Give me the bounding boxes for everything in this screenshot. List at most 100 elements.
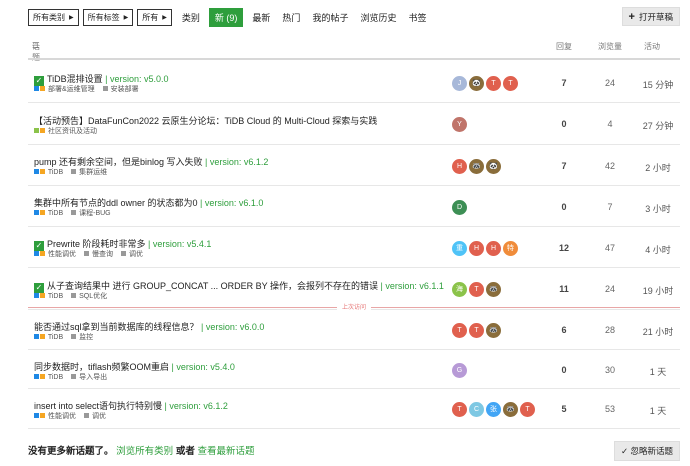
category-label: 部署&运维管理 bbox=[47, 86, 95, 93]
activity-time[interactable]: 4 小时 bbox=[638, 243, 678, 256]
avatar[interactable]: C bbox=[469, 402, 484, 417]
topic-title-text[interactable]: 从子查询结果中 进行 GROUP_CONCAT ... ORDER BY 操作，… bbox=[47, 281, 378, 291]
category-badge[interactable]: 部署&运维管理 bbox=[34, 86, 95, 93]
topic-row[interactable]: 同步数据时，tiflash频繁OOM重启 | version: v5.4.0 T… bbox=[28, 350, 680, 389]
activity-time[interactable]: 3 小时 bbox=[638, 202, 678, 215]
topic-row[interactable]: 能否通过sql拿到当前数据库的线程信息？ | version: v6.0.0 T… bbox=[28, 310, 680, 350]
topic-tag[interactable]: 课程-BUG bbox=[71, 210, 111, 217]
topic-tag[interactable]: 集群运维 bbox=[71, 169, 107, 176]
open-drafts-button[interactable]: + 打开草稿 bbox=[621, 7, 680, 26]
topic-title-text[interactable]: insert into select语句执行特别慢 bbox=[34, 401, 162, 411]
reply-count[interactable]: 7 bbox=[556, 78, 572, 88]
avatar[interactable]: D bbox=[452, 200, 467, 215]
nav-my-posts[interactable]: 我的帖子 bbox=[312, 11, 348, 24]
avatar[interactable]: 张 bbox=[486, 402, 501, 417]
topic-title-text[interactable]: pump 还有剩余空间，但是binlog 写入失败 bbox=[34, 157, 203, 167]
avatar[interactable]: 🦝 bbox=[486, 282, 501, 297]
avatar[interactable]: T bbox=[520, 402, 535, 417]
activity-time[interactable]: 1 天 bbox=[638, 404, 678, 417]
activity-time[interactable]: 15 分钟 bbox=[638, 78, 678, 91]
avatar[interactable]: T bbox=[503, 76, 518, 91]
topic-tag[interactable]: 慢查询 bbox=[83, 251, 113, 258]
avatar[interactable]: G bbox=[452, 363, 467, 378]
avatar[interactable]: T bbox=[469, 282, 484, 297]
activity-time[interactable]: 27 分钟 bbox=[638, 119, 678, 132]
category-dropdown[interactable]: 所有类别 ▶ bbox=[28, 9, 79, 26]
tag-dropdown[interactable]: 所有标签 ▶ bbox=[82, 9, 134, 26]
replies-column-header[interactable]: 回复 bbox=[556, 41, 572, 52]
views-column-header[interactable]: 浏览量 bbox=[598, 41, 622, 52]
avatar[interactable]: T bbox=[452, 323, 467, 338]
reply-count[interactable]: 11 bbox=[556, 284, 572, 294]
reply-count[interactable]: 6 bbox=[556, 325, 572, 335]
activity-time[interactable]: 2 小时 bbox=[638, 161, 678, 174]
topic-title-text[interactable]: 集群中所有节点的ddl owner 的状态都为0 bbox=[34, 198, 198, 208]
nav-new[interactable]: 新 (9) bbox=[208, 8, 244, 27]
topic-title-text[interactable]: 【活动预告】DataFunCon2022 云原生分论坛：TiDB Cloud 的… bbox=[34, 116, 377, 126]
category-badge[interactable]: TiDB bbox=[34, 334, 63, 341]
category-badge[interactable]: TiDB bbox=[34, 210, 63, 217]
topic-row[interactable]: ✓ TiDB混排设置 | version: v5.0.0 部署&运维管理 安装部署 J… bbox=[28, 62, 680, 103]
category-badge[interactable]: 性能调优 bbox=[34, 251, 76, 258]
nav-history[interactable]: 浏览历史 bbox=[360, 11, 396, 24]
category-badge[interactable]: 社区资讯及活动 bbox=[34, 128, 97, 135]
avatar[interactable]: 重 bbox=[452, 241, 467, 256]
topic-title-text[interactable]: Prewrite 阶段耗时非常多 bbox=[47, 239, 146, 249]
avatar[interactable]: H bbox=[486, 241, 501, 256]
avatar[interactable]: 🦝 bbox=[503, 402, 518, 417]
browse-all-categories-link[interactable]: 浏览所有类别 bbox=[116, 446, 173, 457]
avatar[interactable]: Y bbox=[452, 117, 467, 132]
avatar[interactable]: 特 bbox=[503, 241, 518, 256]
category-badge[interactable]: TiDB bbox=[34, 374, 63, 381]
activity-time[interactable]: 21 小时 bbox=[638, 325, 678, 338]
avatar[interactable]: 🐼 bbox=[469, 76, 484, 91]
avatar[interactable]: H bbox=[452, 159, 467, 174]
topic-row[interactable]: pump 还有剩余空间，但是binlog 写入失败 | version: v6.… bbox=[28, 145, 680, 186]
topic-row[interactable]: 集群中所有节点的ddl owner 的状态都为0 | version: v6.1… bbox=[28, 186, 680, 227]
topic-tag[interactable]: 导入导出 bbox=[71, 374, 107, 381]
reply-count[interactable]: 0 bbox=[556, 202, 572, 212]
avatar[interactable]: T bbox=[469, 323, 484, 338]
nav-categories[interactable]: 类别 bbox=[182, 11, 200, 24]
topic-tag[interactable]: SQL优化 bbox=[71, 293, 107, 300]
dismiss-new-label: 忽略新话题 bbox=[630, 446, 673, 456]
reply-count[interactable]: 5 bbox=[556, 404, 572, 414]
activity-time[interactable]: 1 天 bbox=[638, 365, 678, 378]
view-latest-topics-link[interactable]: 查看最新话题 bbox=[197, 446, 254, 457]
nav-bookmarks[interactable]: 书签 bbox=[408, 11, 426, 24]
category-badge[interactable]: TiDB bbox=[34, 169, 63, 176]
dismiss-new-button[interactable]: ✓ 忽略新话题 bbox=[614, 441, 680, 461]
topic-row[interactable]: 【活动预告】DataFunCon2022 云原生分论坛：TiDB Cloud 的… bbox=[28, 103, 680, 145]
avatar[interactable]: H bbox=[469, 241, 484, 256]
topic-title-text[interactable]: TiDB混排设置 bbox=[47, 74, 103, 84]
topic-title-text[interactable]: 同步数据时，tiflash频繁OOM重启 bbox=[34, 362, 169, 372]
reply-count[interactable]: 0 bbox=[556, 119, 572, 129]
reply-count[interactable]: 7 bbox=[556, 161, 572, 171]
topic-tag[interactable]: 安装部署 bbox=[102, 86, 139, 93]
avatar[interactable]: T bbox=[452, 402, 467, 417]
topic-tag[interactable]: 调优 bbox=[83, 413, 106, 420]
avatar[interactable]: J bbox=[452, 76, 467, 91]
topic-title-text[interactable]: 能否通过sql拿到当前数据库的线程信息？ bbox=[34, 322, 199, 332]
topic-meta: TiDB 集群运维 bbox=[34, 167, 115, 177]
category-badge[interactable]: 性能调优 bbox=[34, 413, 76, 420]
avatar[interactable]: 🦝 bbox=[469, 159, 484, 174]
reply-count[interactable]: 12 bbox=[556, 243, 572, 253]
activity-column-header[interactable]: 活动 bbox=[644, 41, 660, 52]
nav-latest[interactable]: 最新 bbox=[252, 11, 270, 24]
reply-count[interactable]: 0 bbox=[556, 365, 572, 375]
avatar[interactable]: 🦝 bbox=[486, 323, 501, 338]
category-badge[interactable]: TiDB bbox=[34, 293, 63, 300]
avatar[interactable]: 海 bbox=[452, 282, 467, 297]
scope-dropdown[interactable]: 所有 ▶ bbox=[137, 9, 172, 26]
nav-hot[interactable]: 热门 bbox=[282, 11, 300, 24]
category-label: TiDB bbox=[47, 374, 64, 381]
topic-row[interactable]: insert into select语句执行特别慢 | version: v6.… bbox=[28, 389, 680, 429]
tag-label: 安装部署 bbox=[110, 86, 139, 93]
avatar[interactable]: 🐼 bbox=[486, 159, 501, 174]
topic-tag[interactable]: 调优 bbox=[120, 251, 143, 258]
avatar[interactable]: T bbox=[486, 76, 501, 91]
topic-row[interactable]: ✓ Prewrite 阶段耗时非常多 | version: v5.4.1 性能调优… bbox=[28, 227, 680, 268]
activity-time[interactable]: 19 小时 bbox=[638, 284, 678, 297]
topic-tag[interactable]: 监控 bbox=[71, 334, 93, 341]
